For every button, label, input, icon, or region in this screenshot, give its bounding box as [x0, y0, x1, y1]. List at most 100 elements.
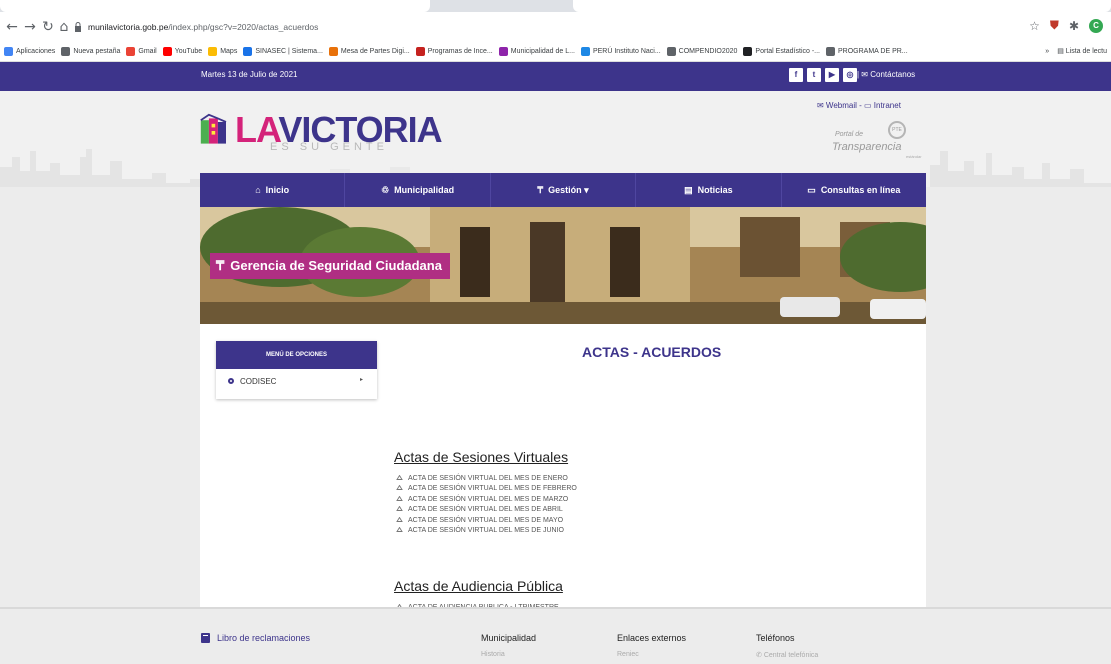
bookmarks-overflow: » ▤ Lista de lectu — [1039, 41, 1107, 61]
bullet-icon — [228, 378, 234, 384]
twitter-icon[interactable]: t — [807, 68, 821, 82]
webmail-intranet-links[interactable]: ✉ Webmail - ▭ Intranet — [817, 101, 901, 110]
bookmark-favicon-icon — [328, 46, 338, 56]
transparency-portal-logo[interactable]: Portal de Transparencia estándar PTE — [832, 121, 922, 161]
options-menu: MENÚ DE OPCIONES CODISEC ▸ — [216, 341, 377, 399]
bookmark-item[interactable]: SINASEC | Sistema... — [243, 46, 323, 56]
logo-tagline: ES SU GENTE — [270, 141, 388, 153]
complaints-book-link[interactable]: Libro de reclamaciones — [201, 633, 310, 643]
document-link[interactable]: ACTA DE SESIÓN VIRTUAL DEL MES DE ENERO — [396, 473, 577, 484]
footer-heading-telefonos: Teléfonos — [756, 633, 795, 643]
youtube-icon[interactable]: ▶ — [825, 68, 839, 82]
toolbar-right: ☆ ⛊ ✱ C — [1029, 18, 1103, 33]
bookmark-item[interactable]: Municipalidad de L... — [498, 46, 575, 56]
chevron-right-icon: ▸ — [359, 376, 363, 383]
bookmark-favicon-icon — [415, 46, 425, 56]
footer-link-historia[interactable]: Historia — [481, 651, 505, 658]
bookmark-label: Nueva pestaña — [73, 47, 121, 55]
forward-icon[interactable]: → — [22, 18, 38, 36]
recycle-icon — [396, 485, 403, 491]
bookmark-label: COMPENDIO2020 — [678, 47, 738, 55]
bookmark-item[interactable]: Aplicaciones — [4, 46, 56, 56]
address-bar[interactable]: munilavictoria.gob.pe/index.php/gsc?v=20… — [88, 19, 318, 35]
home-icon[interactable]: ⌂ — [56, 18, 72, 36]
extensions-puzzle-icon[interactable]: ✱ — [1069, 19, 1079, 33]
document-link[interactable]: ACTA DE SESIÓN VIRTUAL DEL MES DE FEBRER… — [396, 484, 577, 495]
bookmark-item[interactable]: Mesa de Partes Digi... — [328, 46, 410, 56]
reload-icon[interactable]: ↻ — [40, 18, 56, 36]
reading-list-button[interactable]: ▤ Lista de lectu — [1057, 47, 1107, 55]
contact-link[interactable]: | ✉ Contáctanos — [857, 70, 915, 79]
bookmark-favicon-icon — [743, 46, 753, 56]
bookmark-item[interactable]: COMPENDIO2020 — [666, 46, 738, 56]
nav-municipalidad[interactable]: ♲ Municipalidad — [345, 173, 491, 207]
footer-link-central[interactable]: ✆ Central telefónica — [756, 651, 818, 659]
bookmark-item[interactable]: PROGRAMA DE PR... — [826, 46, 908, 56]
bookmarks-more-button[interactable]: » — [1045, 48, 1049, 55]
bookmark-favicon-icon — [208, 46, 218, 56]
profile-avatar[interactable]: C — [1089, 18, 1103, 33]
instagram-icon[interactable]: ◎ — [843, 68, 857, 82]
social-links: f t ▶ ◎ — [789, 68, 857, 82]
bookmark-item[interactable]: Maps — [208, 46, 238, 56]
recycle-icon: ♲ — [381, 184, 390, 195]
bookmark-item[interactable]: Nueva pestaña — [61, 46, 121, 56]
complaints-book-label: Libro de reclamaciones — [217, 633, 311, 643]
signpost-icon: ₸ — [216, 258, 225, 273]
extension-shield-icon[interactable]: ⛊ — [1050, 18, 1059, 33]
content-panel: MENÚ DE OPCIONES CODISEC ▸ ACTAS - ACUER… — [200, 324, 926, 651]
recycle-icon — [396, 506, 403, 512]
back-icon[interactable]: ← — [4, 18, 20, 36]
browser-tab[interactable] — [0, 0, 430, 12]
recycle-icon — [396, 516, 403, 522]
bookmark-label: Aplicaciones — [16, 47, 56, 55]
main-navigation: ⌂ Inicio ♲ Municipalidad ₸ Gestión ▾ ▤ Notic… — [200, 173, 926, 207]
website: Martes 13 de Julio de 2021 f t ▶ ◎ | ✉ C… — [0, 62, 1111, 664]
banner-title-text: Gerencia de Seguridad Ciudadana — [230, 258, 442, 273]
browser-tab-next[interactable] — [573, 0, 1111, 12]
municipality-logo[interactable] — [199, 111, 235, 151]
bookmark-favicon-icon — [498, 46, 508, 56]
transparency-name: Transparencia — [832, 141, 902, 153]
lock-icon — [75, 22, 81, 32]
bookmark-label: PROGRAMA DE PR... — [838, 47, 908, 55]
nav-gestion[interactable]: ₸ Gestión ▾ — [491, 173, 637, 207]
browser-chrome: ← → ↻ ⌂ munilavictoria.gob.pe/index.php/… — [0, 0, 1111, 62]
document-link[interactable]: ACTA DE SESIÓN VIRTUAL DEL MES DE MAYO — [396, 515, 577, 526]
current-date: Martes 13 de Julio de 2021 — [201, 70, 298, 79]
bookmark-favicon-icon — [126, 46, 136, 56]
bookmark-favicon-icon — [580, 46, 590, 56]
bookmark-item[interactable]: Gmail — [126, 46, 157, 56]
bookmark-favicon-icon — [4, 46, 13, 56]
document-link-label: ACTA DE SESIÓN VIRTUAL DEL MES DE MARZO — [408, 495, 569, 503]
document-link[interactable]: ACTA DE SESIÓN VIRTUAL DEL MES DE ABRIL — [396, 505, 577, 516]
newspaper-icon: ▤ — [684, 184, 693, 195]
document-link-label: ACTA DE SESIÓN VIRTUAL DEL MES DE FEBRER… — [408, 485, 577, 493]
home-icon: ⌂ — [255, 185, 261, 195]
sidebar-item-codisec[interactable]: CODISEC ▸ — [216, 369, 377, 393]
bookmark-label: Maps — [220, 47, 238, 55]
bookmark-favicon-icon — [61, 46, 71, 56]
facebook-icon[interactable]: f — [789, 68, 803, 82]
url-path: /index.php/gsc?v=2020/actas_acuerdos — [168, 22, 319, 32]
bookmark-item[interactable]: YouTube — [162, 46, 202, 56]
nav-inicio[interactable]: ⌂ Inicio — [200, 173, 346, 207]
document-link[interactable]: ACTA DE SESIÓN VIRTUAL DEL MES DE JUNIO — [396, 526, 577, 537]
bookmark-item[interactable]: PERÚ Instituto Naci... — [580, 46, 661, 56]
bookmark-item[interactable]: Portal Estadístico -... — [743, 46, 820, 56]
laptop-icon: ▭ — [807, 184, 816, 195]
bookmark-label: Mesa de Partes Digi... — [340, 47, 410, 55]
url-host: munilavictoria.gob.pe — [88, 22, 169, 32]
book-icon — [201, 633, 210, 643]
transparency-portal-label: Portal de — [835, 131, 864, 138]
bookmark-label: Programas de Ince... — [427, 47, 493, 55]
transparency-ring-icon: PTE — [888, 121, 906, 139]
address-row: ← → ↻ ⌂ munilavictoria.gob.pe/index.php/… — [0, 16, 1111, 40]
footer-link-reniec[interactable]: Reniec — [617, 651, 639, 658]
recycle-icon — [396, 474, 403, 480]
star-icon[interactable]: ☆ — [1029, 19, 1040, 33]
bookmark-item[interactable]: Programas de Ince... — [415, 46, 493, 56]
nav-noticias[interactable]: ▤ Noticias — [636, 173, 782, 207]
document-link[interactable]: ACTA DE SESIÓN VIRTUAL DEL MES DE MARZO — [396, 494, 577, 505]
nav-consultas[interactable]: ▭ Consultas en línea — [782, 173, 926, 207]
